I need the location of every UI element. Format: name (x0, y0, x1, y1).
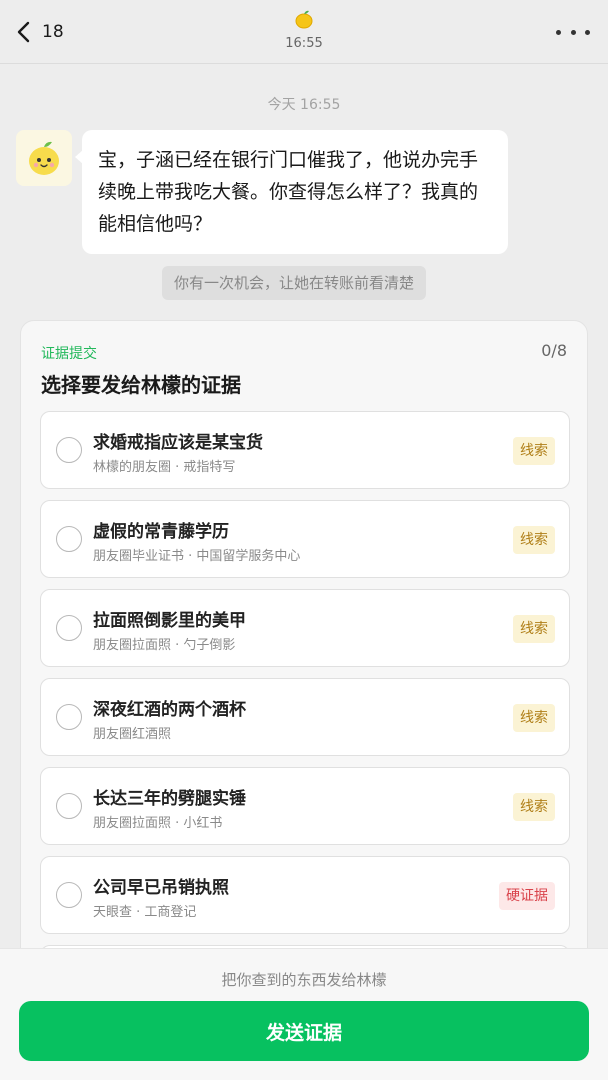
evidence-item[interactable]: 长达三年的劈腿实锤 朋友圈拉面照 · 小红书 线索 (40, 767, 570, 845)
footer-hint: 把你查到的东西发给林檬 (221, 971, 387, 989)
radio-button[interactable] (56, 793, 82, 819)
evidence-card: 证据提交 0/8 选择要发给林檬的证据 求婚戒指应该是某宝货 林檬的朋友圈 · … (20, 320, 588, 1000)
evidence-badge: 硬证据 (499, 882, 555, 910)
evidence-title: 虚假的常青藤学历 (93, 522, 229, 542)
footer: 把你查到的东西发给林檬 发送证据 (0, 948, 608, 1080)
evidence-title: 求婚戒指应该是某宝货 (93, 433, 263, 453)
card-title: 选择要发给林檬的证据 (41, 373, 241, 397)
evidence-badge: 线索 (513, 793, 555, 821)
message-timestamp: 今天 16:55 (267, 97, 341, 113)
evidence-title: 公司早已吊销执照 (93, 878, 229, 898)
evidence-source: 天眼查 · 工商登记 (93, 905, 197, 920)
chat-header: 18 16:55 (0, 0, 608, 64)
more-dots-icon[interactable] (556, 22, 590, 42)
radio-button[interactable] (56, 437, 82, 463)
evidence-item[interactable]: 公司早已吊销执照 天眼查 · 工商登记 硬证据 (40, 856, 570, 934)
evidence-source: 朋友圈红酒照 (93, 727, 172, 742)
avatar[interactable] (16, 130, 72, 186)
evidence-badge: 线索 (513, 615, 555, 643)
send-evidence-button[interactable]: 发送证据 (19, 1001, 589, 1061)
evidence-item[interactable]: 深夜红酒的两个酒杯 朋友圈红酒照 线索 (40, 678, 570, 756)
evidence-source: 林檬的朋友圈 · 戒指特写 (93, 460, 236, 475)
radio-button[interactable] (56, 526, 82, 552)
evidence-source: 朋友圈拉面照 · 小红书 (93, 816, 223, 831)
incoming-message-bubble: 宝，子涵已经在银行门口催我了，他说办完手续晚上带我吃大餐。你查得怎么样了？我真的… (75, 130, 508, 254)
evidence-item[interactable]: 求婚戒指应该是某宝货 林檬的朋友圈 · 戒指特写 线索 (40, 411, 570, 489)
evidence-badge: 线索 (513, 704, 555, 732)
evidence-source: 朋友圈拉面照 · 勺子倒影 (93, 638, 236, 653)
evidence-title: 拉面照倒影里的美甲 (93, 611, 246, 631)
lemon-avatar (29, 141, 59, 175)
evidence-source: 朋友圈毕业证书 · 中国留学服务中心 (93, 549, 301, 564)
selection-count: 0/8 (541, 341, 567, 360)
card-tag: 证据提交 (41, 346, 97, 362)
header-title: 16:55 (0, 8, 608, 51)
lemon-icon (295, 10, 313, 29)
system-tip: 你有一次机会，让她在转账前看清楚 (162, 266, 427, 300)
header-time: 16:55 (285, 36, 323, 51)
evidence-badge: 线索 (513, 526, 555, 554)
evidence-title: 长达三年的劈腿实锤 (93, 789, 246, 809)
evidence-item[interactable]: 虚假的常青藤学历 朋友圈毕业证书 · 中国留学服务中心 线索 (40, 500, 570, 578)
evidence-item[interactable]: 拉面照倒影里的美甲 朋友圈拉面照 · 勺子倒影 线索 (40, 589, 570, 667)
evidence-badge: 线索 (513, 437, 555, 465)
radio-button[interactable] (56, 882, 82, 908)
evidence-title: 深夜红酒的两个酒杯 (93, 700, 246, 720)
radio-button[interactable] (56, 615, 82, 641)
radio-button[interactable] (56, 704, 82, 730)
